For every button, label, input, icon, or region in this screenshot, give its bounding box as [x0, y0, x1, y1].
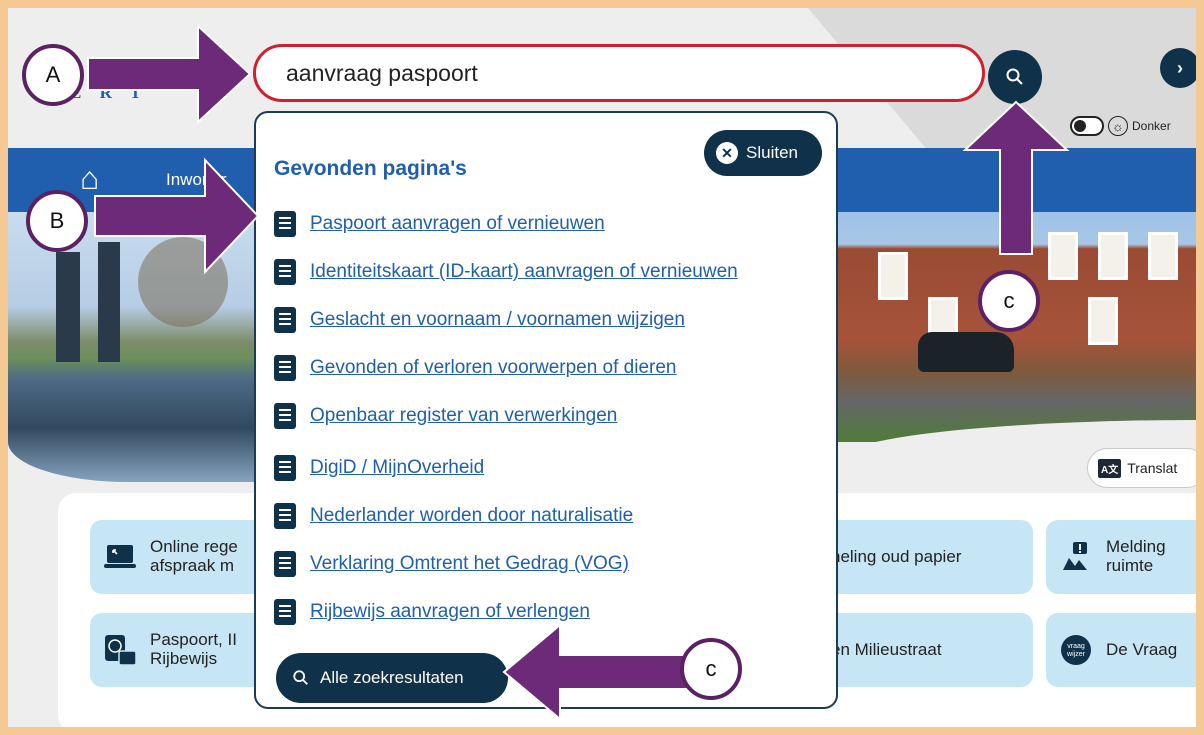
annotation-arrow-a	[87, 23, 1070, 722]
annotation-marker-c: c	[680, 638, 742, 700]
annotation-marker-b: B	[26, 190, 88, 252]
annotation-marker-c: c	[978, 270, 1040, 332]
annotation-marker-a: A	[22, 44, 84, 106]
